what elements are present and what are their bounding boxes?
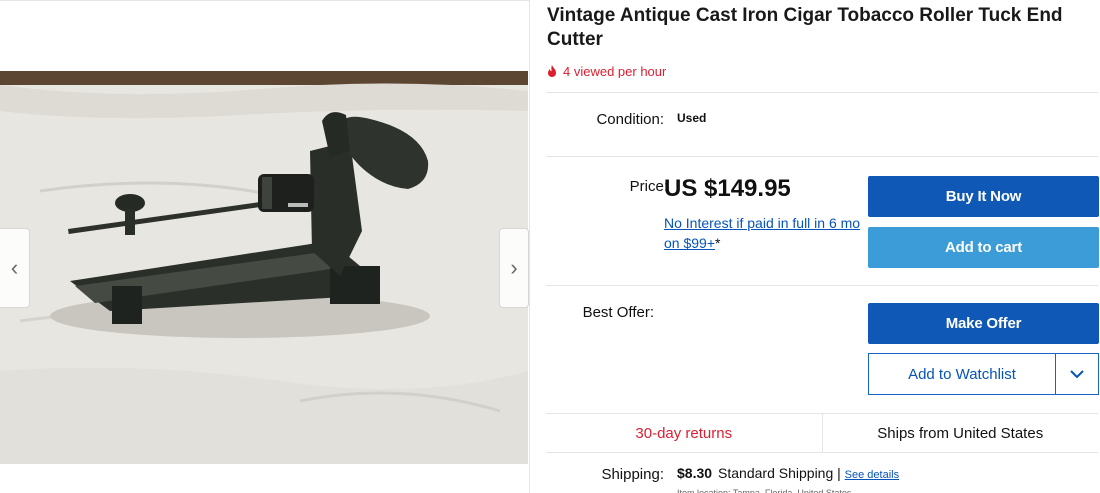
- chevron-left-icon: ‹: [10, 255, 19, 280]
- watchlist-control: Add to Watchlist: [868, 353, 1099, 395]
- condition-label: Condition:: [596, 111, 664, 128]
- divider: [546, 285, 1098, 286]
- ships-from: Ships from United States: [877, 424, 1044, 442]
- chevron-down-icon: [1070, 369, 1084, 378]
- price-label: Price:: [629, 178, 668, 195]
- watchlist-dropdown-button[interactable]: [1056, 354, 1098, 394]
- item-details: Vintage Antique Cast Iron Cigar Tobacco …: [546, 0, 1100, 493]
- financing-offer: No Interest if paid in full in 6 mo on $…: [664, 213, 870, 253]
- views-text: 4 viewed per hour: [563, 64, 667, 78]
- shipping-method: Standard Shipping: [718, 465, 834, 481]
- shipping-info: $8.30 Standard Shipping | See details: [677, 465, 899, 481]
- item-title: Vintage Antique Cast Iron Cigar Tobacco …: [547, 5, 1063, 50]
- financing-footnote-mark: *: [715, 235, 721, 251]
- divider: [546, 92, 1098, 93]
- shipping-separator: |: [833, 465, 845, 481]
- best-offer-label: Best Offer:: [582, 304, 654, 321]
- shipping-cost: $8.30: [677, 465, 713, 481]
- flame-icon: [548, 65, 556, 77]
- divider: [546, 156, 1098, 157]
- item-location: Item location: Tampa, Florida, United St…: [677, 488, 852, 493]
- image-gallery: ‹ ›: [0, 0, 530, 493]
- add-to-cart-button[interactable]: Add to cart: [868, 227, 1099, 268]
- add-to-watchlist-button[interactable]: Add to Watchlist: [869, 354, 1056, 394]
- buy-it-now-button[interactable]: Buy It Now: [868, 176, 1099, 217]
- price-value: US $149.95: [664, 175, 791, 202]
- cigar-cutter-image: [0, 71, 528, 464]
- see-details-link[interactable]: See details: [845, 469, 899, 481]
- returns-policy: 30-day returns: [546, 414, 823, 452]
- shipping-label: Shipping:: [601, 466, 664, 483]
- make-offer-button[interactable]: Make Offer: [868, 303, 1099, 344]
- next-image-button[interactable]: ›: [499, 228, 529, 308]
- financing-link[interactable]: No Interest if paid in full in 6 mo on $…: [664, 215, 860, 251]
- views-indicator: 4 viewed per hour: [547, 62, 666, 78]
- returns-shipping-row: 30-day returns Ships from United States: [546, 413, 1098, 453]
- condition-value: Used: [677, 111, 707, 125]
- product-photo[interactable]: [0, 71, 528, 464]
- chevron-right-icon: ›: [510, 255, 518, 280]
- previous-image-button[interactable]: ‹: [0, 228, 30, 308]
